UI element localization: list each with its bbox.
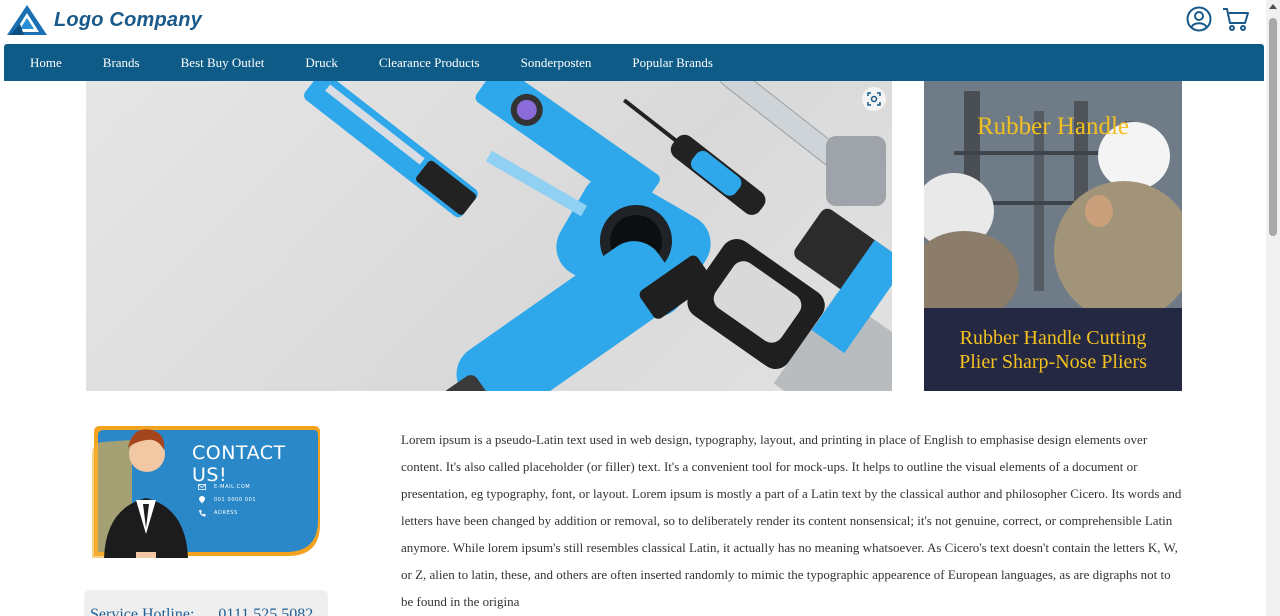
mail-icon	[198, 483, 206, 490]
description-paragraph: Lorem ipsum is a pseudo-Latin text used …	[401, 432, 1182, 609]
banner-caption: Rubber Handle Cutting Plier Sharp-Nose P…	[924, 308, 1182, 391]
nav-item-sonderposten[interactable]: Sonderposten	[521, 55, 592, 71]
main-nav: Home Brands Best Buy Outlet Druck Cleara…	[4, 44, 1264, 81]
hero-banner[interactable]	[86, 81, 892, 391]
nav-item-best-buy-outlet[interactable]: Best Buy Outlet	[181, 55, 265, 71]
contact-card[interactable]: CONTACT US! E-MAIL.COM 001 0000 001 ADRE…	[92, 424, 322, 558]
banner-title: Rubber Handle	[976, 113, 1130, 140]
site-header: Logo Company	[0, 0, 1266, 44]
nav-item-clearance-products[interactable]: Clearance Products	[379, 55, 480, 71]
cart-icon[interactable]	[1222, 6, 1250, 32]
contact-address: ADRESS	[214, 509, 238, 516]
page-scrollbar[interactable]	[1266, 0, 1280, 616]
banner-caption-line: Rubber Handle Cutting	[959, 326, 1147, 349]
hotline-number[interactable]: 0111 525 5082	[218, 606, 313, 616]
triangle-logo-icon	[7, 5, 47, 35]
zoom-scan-icon	[867, 92, 881, 106]
contact-phone: 001 0000 001	[214, 496, 257, 503]
scroll-thumb[interactable]	[1269, 18, 1277, 236]
phone-icon	[199, 509, 206, 516]
hotline-label: Service Hotline:	[90, 606, 195, 616]
location-pin-icon	[199, 495, 205, 503]
nav-item-home[interactable]: Home	[30, 55, 62, 71]
contact-email: E-MAIL.COM	[214, 483, 251, 490]
tools-flatlay-image	[304, 81, 892, 391]
contact-details: E-MAIL.COM 001 0000 001 ADRESS	[198, 480, 256, 519]
brand-name: Logo Company	[54, 8, 202, 31]
banner-caption-line: Plier Sharp-Nose Pliers	[959, 350, 1147, 373]
nav-item-brands[interactable]: Brands	[103, 55, 140, 71]
nav-item-popular-brands[interactable]: Popular Brands	[632, 55, 713, 71]
brand-logo[interactable]: Logo Company	[6, 4, 202, 36]
user-circle-icon[interactable]	[1186, 6, 1212, 32]
promo-banner[interactable]: Rubber Handle Rubber Handle Cutting Plie…	[924, 81, 1182, 391]
scroll-up-arrow-icon[interactable]	[1269, 4, 1277, 9]
header-actions	[1186, 6, 1250, 32]
service-hotline[interactable]: Service Hotline: 0111 525 5082	[84, 590, 328, 616]
nav-item-druck[interactable]: Druck	[305, 55, 338, 71]
zoom-button[interactable]	[862, 87, 886, 111]
